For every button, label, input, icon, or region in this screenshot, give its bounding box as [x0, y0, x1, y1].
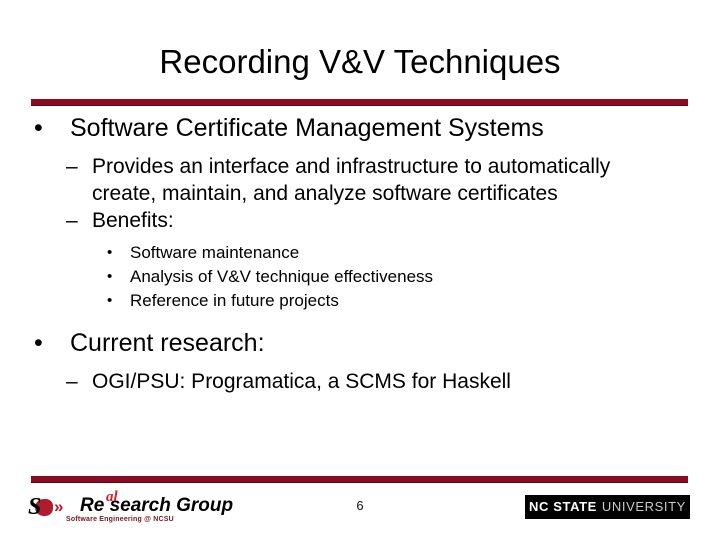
bullet-level2-ogi-psu: – OGI/PSU: Programatica, a SCMS for Hask…: [0, 368, 720, 395]
bullet-level2-label: Benefits:: [92, 209, 174, 232]
research-group-tagline: Software Engineering @ NCSU: [66, 516, 174, 523]
bullet-level3-reference: • Reference in future projects: [0, 289, 720, 313]
bullet-level3-software-maintenance: • Software maintenance: [0, 241, 720, 265]
bullet-level3-label: Analysis of V&V technique effectiveness: [130, 267, 434, 286]
bullet-marker-icon: •: [34, 329, 43, 357]
dash-marker-icon: –: [66, 155, 78, 178]
footer-divider-rule: [31, 476, 688, 483]
bullet-marker-icon: •: [107, 292, 113, 309]
chevrons-icon: »: [54, 497, 64, 516]
bullet-marker-icon: •: [107, 244, 113, 261]
bullet-level3-label: Reference in future projects: [130, 291, 339, 310]
slide: Recording V&V Techniques • Software Cert…: [0, 0, 720, 540]
bullet-level1-current-research: • Current research:: [0, 327, 720, 359]
dash-marker-icon: –: [66, 370, 78, 393]
bullet-marker-icon: •: [34, 114, 43, 142]
ncsu-bold-text: NC STATE: [529, 499, 597, 514]
bullet-level2-benefits: – Benefits:: [0, 207, 720, 234]
title-divider-rule: [31, 99, 688, 106]
research-group-logo: S » Re search Group al Software Engineer…: [28, 490, 233, 526]
logo-s-letter: S: [28, 494, 42, 520]
bullet-level1-label: Software Certificate Management Systems: [70, 114, 544, 142]
page-title: Recording V&V Techniques: [159, 43, 561, 80]
bullet-level3-analysis: • Analysis of V&V technique effectivenes…: [0, 265, 720, 289]
ncsu-light-text: UNIVERSITY: [601, 499, 686, 514]
bullet-level1-label: Current research:: [70, 329, 265, 357]
dash-marker-icon: –: [66, 209, 78, 232]
bullet-level2-provides: – Provides an interface and infrastructu…: [0, 153, 720, 207]
bullet-level1: • Software Certificate Management System…: [0, 112, 720, 144]
bullet-level3-label: Software maintenance: [130, 243, 300, 262]
logo-accent-mark: al: [106, 489, 118, 505]
bullet-marker-icon: •: [107, 268, 113, 285]
bullet-level2-label: OGI/PSU: Programatica, a SCMS for Haskel…: [92, 370, 511, 393]
bullet-level2-label: Provides an interface and infrastructure…: [92, 155, 611, 205]
nc-state-university-logo: NC STATE UNIVERSITY: [525, 495, 690, 519]
research-group-mark-icon: S: [28, 494, 54, 520]
slide-body: • Software Certificate Management System…: [0, 112, 720, 395]
